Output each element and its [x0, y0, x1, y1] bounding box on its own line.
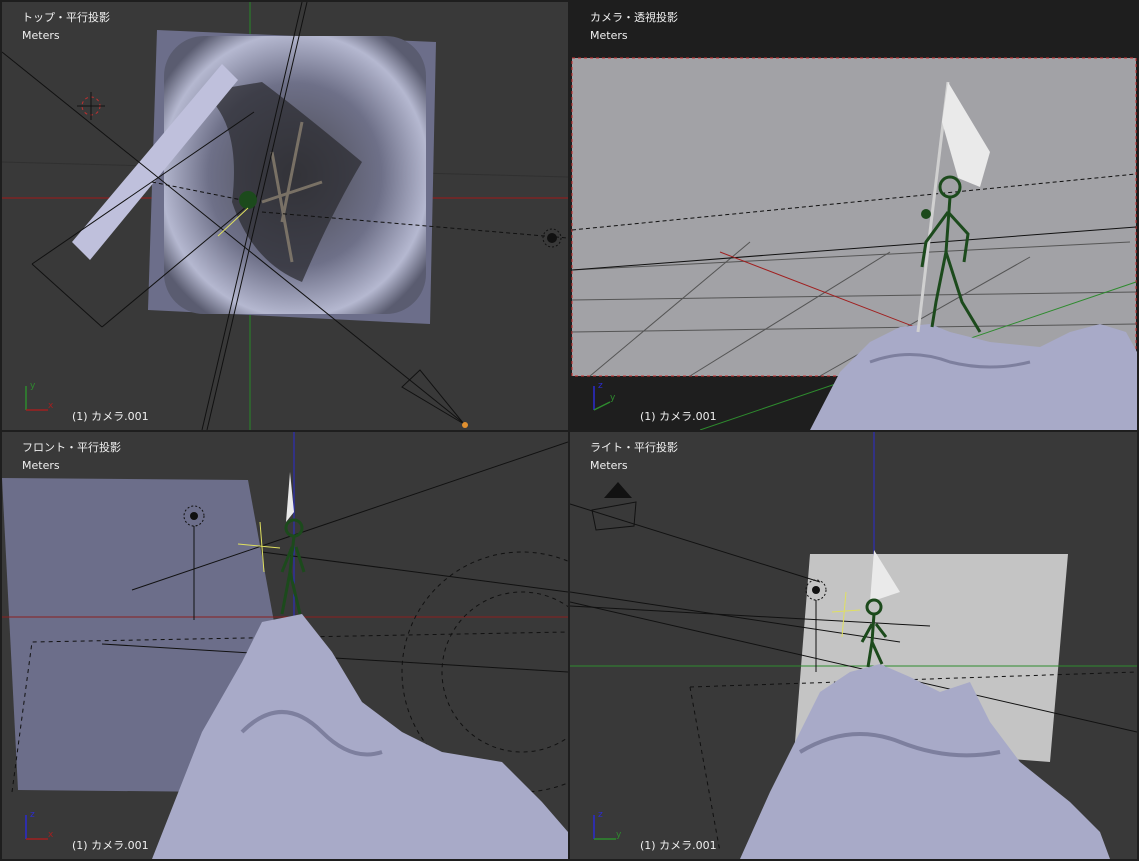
axis-gizmo: z y	[593, 810, 622, 840]
camera-view-scene[interactable]	[570, 2, 1137, 430]
svg-text:z: z	[598, 381, 603, 391]
flag-cloth	[286, 472, 294, 522]
svg-text:y: y	[30, 381, 36, 391]
viewport-title: ライト・平行投影	[590, 441, 678, 454]
object-status: (1) カメラ.001	[640, 410, 717, 423]
axis-gizmo: z y	[593, 381, 616, 411]
units-label: Meters	[22, 459, 60, 472]
viewport-title: トップ・平行投影	[22, 11, 110, 24]
viewport-title: カメラ・透視投影	[590, 11, 678, 24]
units-label: Meters	[590, 459, 628, 472]
armature	[239, 191, 257, 209]
front-view-scene[interactable]	[2, 432, 568, 859]
axis-gizmo: y x	[25, 381, 54, 411]
viewport-camera[interactable]: カメラ・透視投影 Meters z y (1) カメラ.001	[570, 2, 1137, 430]
svg-text:z: z	[30, 810, 35, 820]
lamp	[812, 586, 820, 594]
camera-object	[591, 501, 637, 531]
viewport-right[interactable]: ライト・平行投影 Meters z y (1) カメラ.001	[570, 432, 1137, 859]
armature	[280, 518, 306, 615]
svg-text:y: y	[616, 830, 622, 840]
top-view-scene[interactable]	[2, 2, 568, 430]
units-label: Meters	[22, 29, 60, 42]
units-label: Meters	[590, 29, 628, 42]
svg-text:x: x	[48, 401, 54, 411]
lamp	[190, 512, 198, 520]
viewport-top[interactable]: トップ・平行投影 Meters y x (1) カメラ.001	[2, 2, 568, 430]
viewport-title: フロント・平行投影	[22, 441, 121, 454]
axis-gizmo: z x	[25, 810, 54, 840]
right-view-scene[interactable]	[570, 432, 1137, 859]
object-status: (1) カメラ.001	[72, 410, 149, 423]
svg-text:y: y	[610, 393, 616, 403]
svg-text:z: z	[598, 810, 603, 820]
viewport-front[interactable]: フロント・平行投影 Meters z x (1) カメラ.001	[2, 432, 568, 859]
object-status: (1) カメラ.001	[640, 839, 717, 852]
object-status: (1) カメラ.001	[72, 839, 149, 852]
lamp	[547, 233, 557, 243]
svg-text:x: x	[48, 830, 54, 840]
